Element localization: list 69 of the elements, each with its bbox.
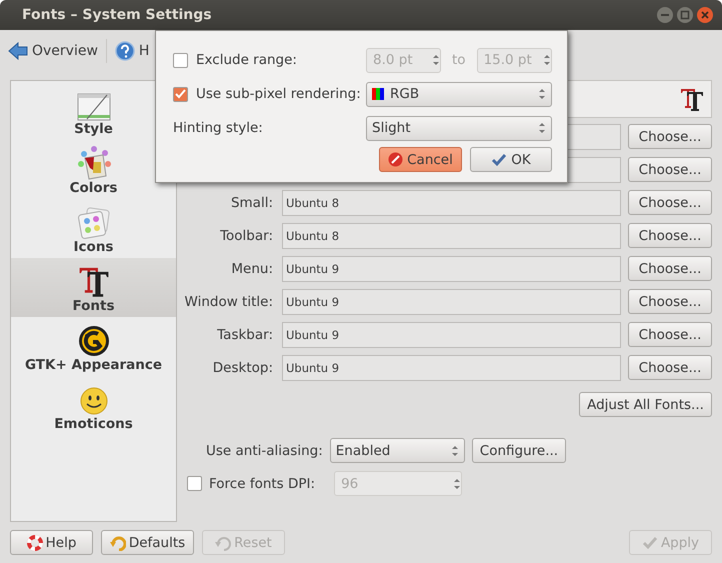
rgb-stripes-icon — [372, 88, 384, 100]
window-title: Fonts – System Settings — [22, 7, 212, 23]
font-field: Ubuntu 8 — [282, 190, 621, 216]
font-label: Taskbar: — [216, 326, 273, 342]
exclude-range-label: Exclude range: — [196, 52, 297, 68]
back-arrow-icon — [8, 42, 28, 60]
hinting-style-label: Hinting style: — [173, 120, 264, 136]
icon-cards-icon — [78, 207, 110, 239]
lifebuoy-icon — [26, 534, 43, 550]
spinner-arrows-icon — [538, 122, 546, 134]
font-field: Ubuntu 9 — [282, 288, 621, 314]
font-field: Ubuntu 9 — [282, 256, 621, 282]
font-field: Ubuntu 9 — [282, 322, 621, 348]
choose-button[interactable]: Choose... — [628, 223, 712, 248]
font-label: Toolbar: — [219, 228, 273, 244]
cancel-icon — [388, 152, 404, 167]
help-button[interactable]: Help — [10, 530, 93, 555]
help-button[interactable]: H — [112, 39, 152, 63]
defaults-button[interactable]: Defaults — [101, 530, 194, 555]
hinting-style-dropdown[interactable]: Slight — [366, 116, 552, 140]
font-label: Window title: — [184, 294, 273, 310]
spinner-arrows-icon — [450, 444, 459, 456]
choose-button[interactable]: Choose... — [628, 355, 712, 380]
to-label: to — [452, 52, 466, 68]
spinner-arrows-icon — [542, 54, 551, 66]
spinner-arrows-icon — [432, 54, 440, 66]
sidebar-item[interactable]: Fonts — [11, 258, 176, 317]
paint-bucket-icon — [76, 146, 112, 180]
font-field: Ubuntu 8 — [282, 222, 621, 248]
anti-aliasing-label: Use anti-aliasing: — [206, 442, 323, 458]
adjust-all-fonts-button[interactable]: Adjust All Fonts... — [579, 392, 712, 417]
foot-logo-icon — [78, 325, 110, 357]
force-dpi-label: Force fonts DPI: — [209, 476, 316, 492]
smiley-icon — [78, 386, 108, 416]
configure-button[interactable]: Configure... — [472, 438, 566, 463]
checkmark-icon — [175, 89, 186, 99]
sub-pixel-dropdown[interactable]: RGB — [366, 82, 552, 106]
font-field: Ubuntu 9 — [282, 354, 621, 380]
minimize-icon[interactable] — [656, 6, 674, 24]
sidebar-item[interactable]: Colors — [11, 140, 176, 199]
undo-arrow-icon — [110, 534, 126, 550]
checkmark-icon — [642, 536, 658, 550]
undo-arrow-icon — [215, 534, 232, 550]
sub-pixel-label: Use sub-pixel rendering: — [196, 86, 361, 102]
anti-aliasing-dropdown[interactable]: Enabled — [330, 438, 465, 463]
choose-button[interactable]: Choose... — [628, 190, 712, 215]
spinner-arrows-icon — [453, 478, 462, 490]
help-icon — [114, 41, 135, 61]
choose-button[interactable]: Choose... — [628, 289, 712, 314]
font-label: Small: — [230, 194, 273, 210]
sub-pixel-checkbox[interactable] — [173, 86, 188, 102]
font-icon — [679, 86, 705, 112]
checkmark-icon — [491, 152, 508, 166]
close-icon[interactable] — [696, 6, 714, 24]
sidebar-item[interactable]: GTK+ Appearance — [11, 317, 176, 376]
overview-button[interactable]: Overview — [6, 40, 100, 62]
choose-button[interactable]: Choose... — [628, 124, 712, 149]
font-label: Menu: — [230, 260, 273, 276]
window-icon — [76, 93, 110, 121]
cancel-button[interactable]: Cancel — [379, 147, 462, 172]
choose-button[interactable]: Choose... — [628, 256, 712, 281]
sidebar-item[interactable]: Emoticons — [11, 376, 176, 435]
ok-button[interactable]: OK — [470, 147, 552, 172]
maximize-icon[interactable] — [676, 6, 694, 24]
choose-button[interactable]: Choose... — [628, 322, 712, 347]
choose-button[interactable]: Choose... — [628, 157, 712, 182]
spinner-arrows-icon — [538, 88, 546, 100]
sidebar-item[interactable]: Icons — [11, 199, 176, 258]
font-label: Desktop: — [212, 360, 273, 376]
